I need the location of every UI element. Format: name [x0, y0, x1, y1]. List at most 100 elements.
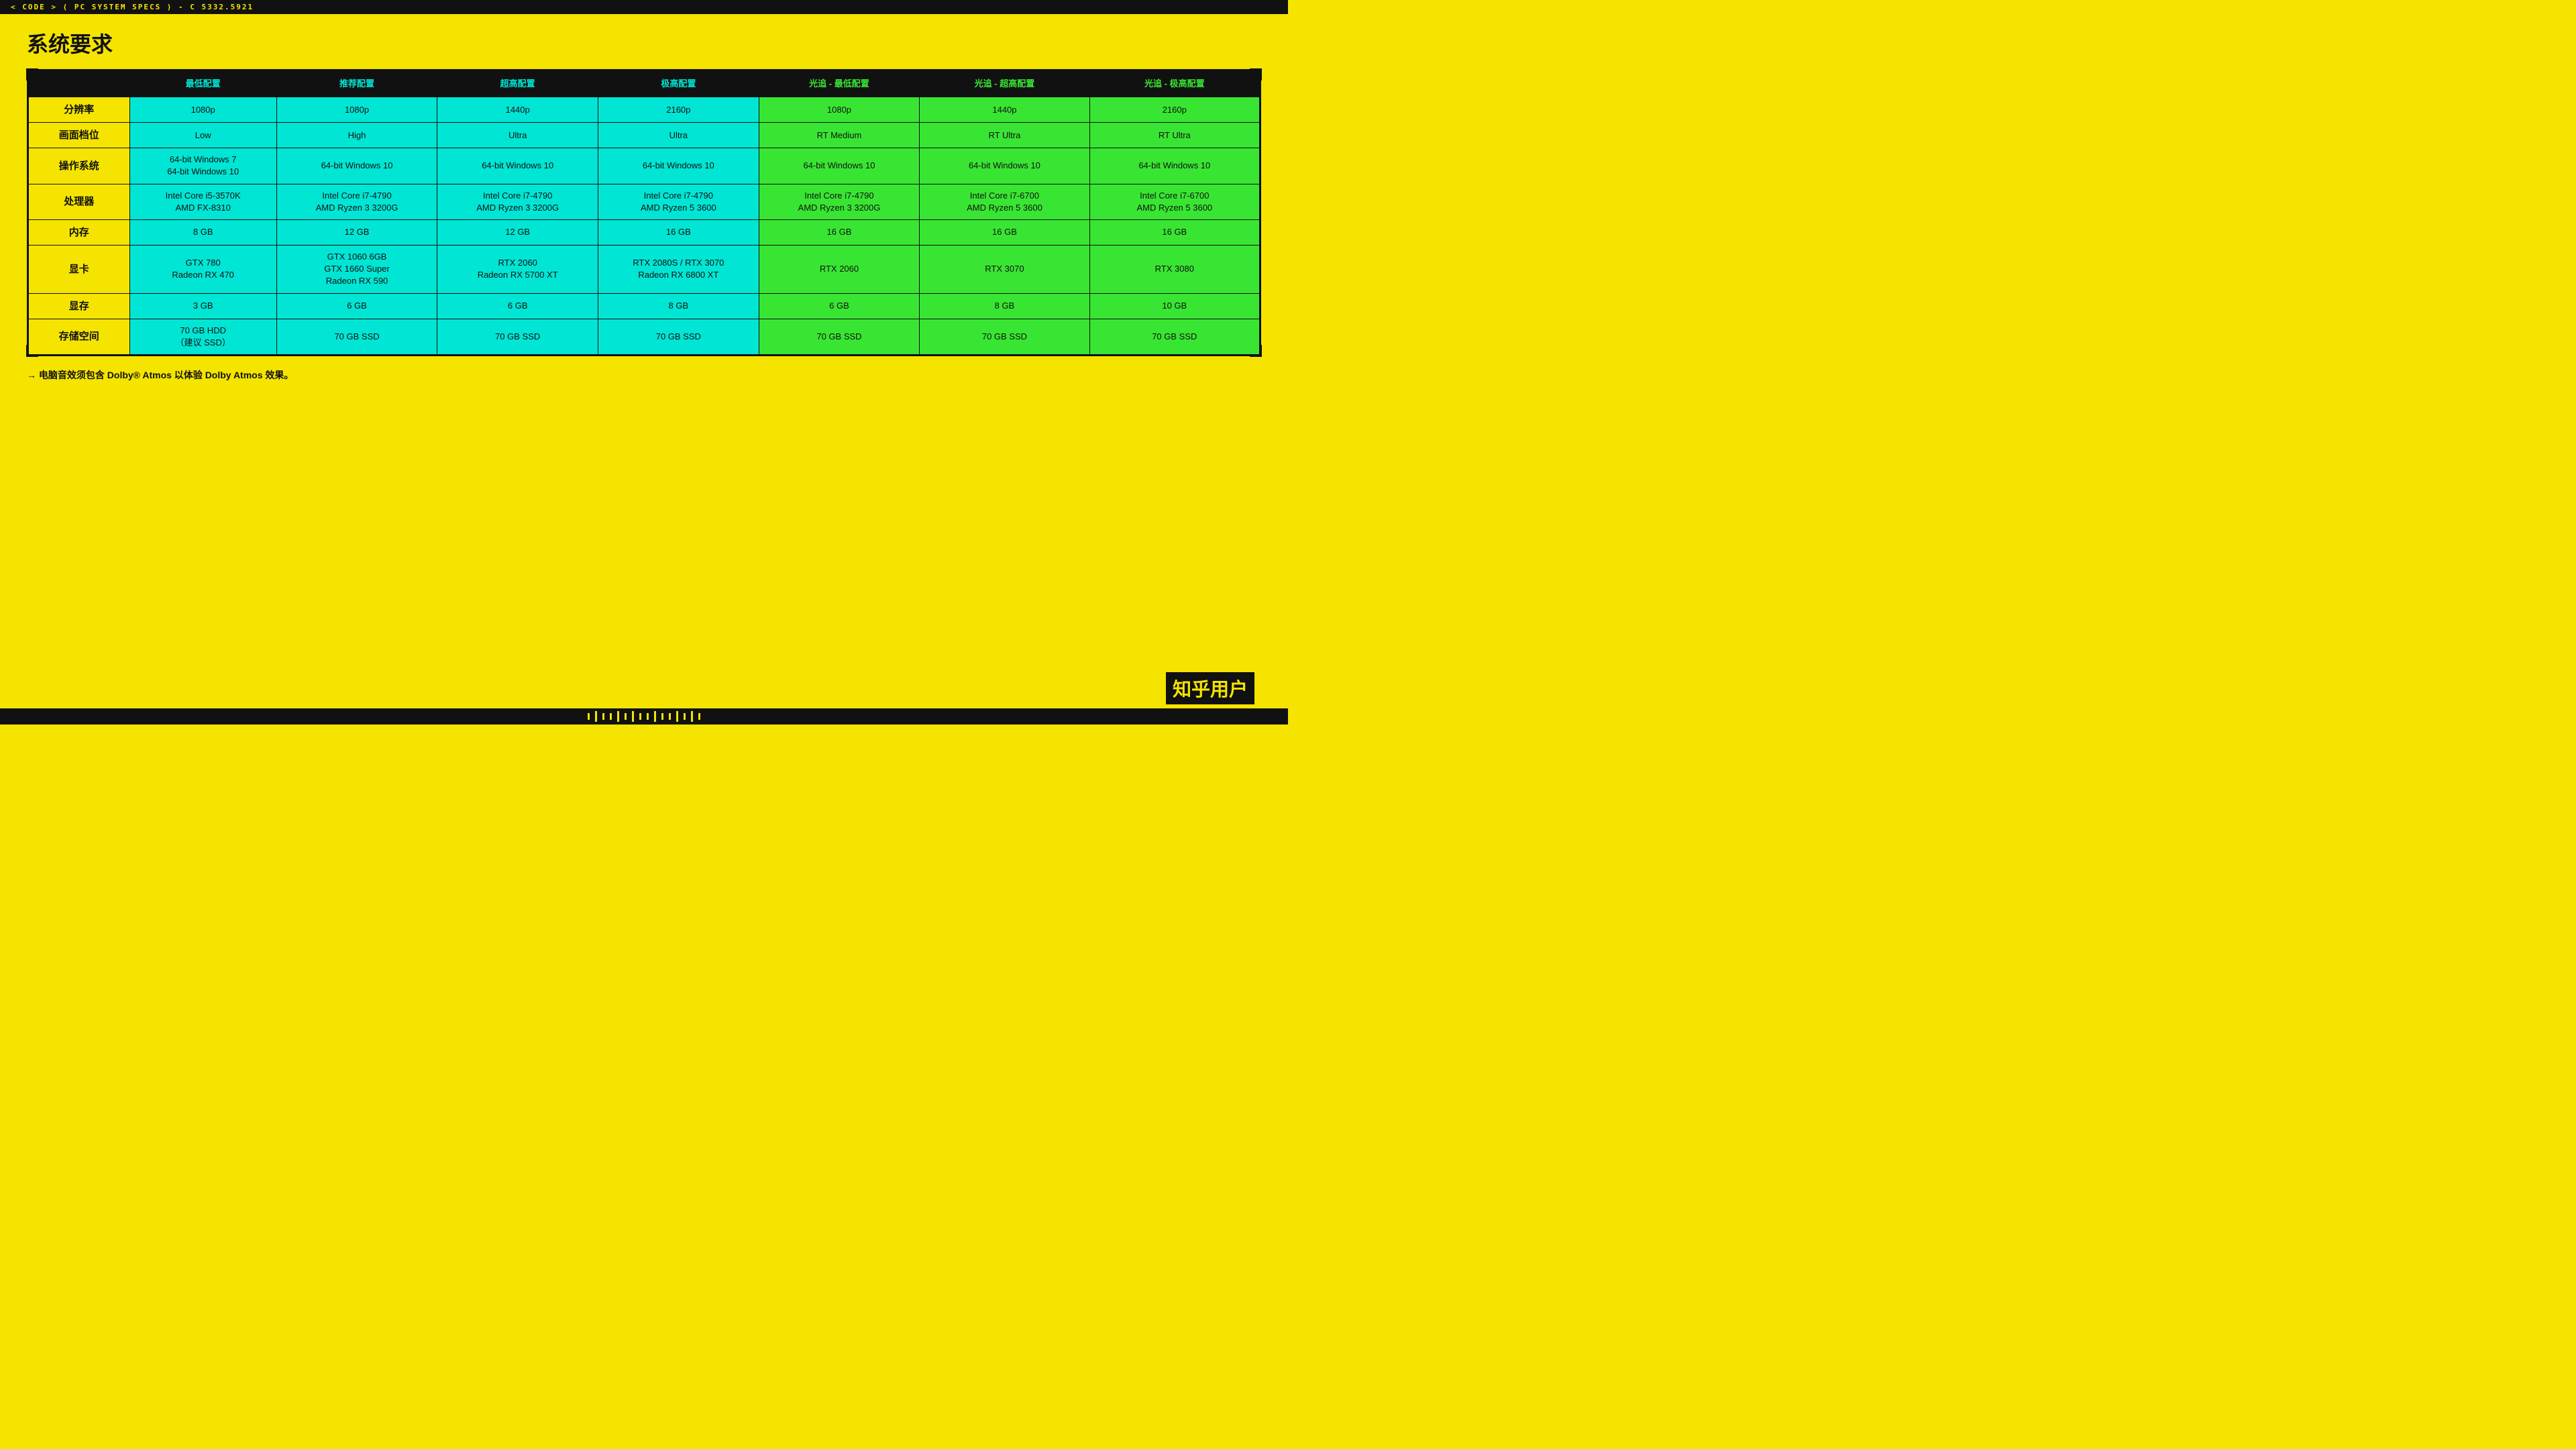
page-title: 系统要求: [27, 28, 1261, 58]
corner-tr: [1250, 68, 1262, 80]
tick-2: [595, 711, 597, 722]
th-col2: 推荐配置: [276, 71, 437, 97]
row-label: 内存: [29, 219, 130, 245]
specs-table-wrapper: 最低配置 推荐配置 超高配置 极高配置 光追 - 最低配置 光追 - 超高配置 …: [27, 69, 1261, 356]
table-row: 显存3 GB6 GB6 GB8 GB6 GB8 GB10 GB: [29, 293, 1260, 319]
bottom-bar: [0, 708, 1288, 724]
table-cell: 8 GB: [129, 219, 276, 245]
table-cell: Intel Core i7-6700AMD Ryzen 5 3600: [920, 184, 1089, 219]
table-row: 存储空间70 GB HDD（建议 SSD）70 GB SSD70 GB SSD7…: [29, 319, 1260, 354]
table-cell: 16 GB: [759, 219, 920, 245]
row-label: 存储空间: [29, 319, 130, 354]
table-cell: RT Medium: [759, 123, 920, 148]
th-col1: 最低配置: [129, 71, 276, 97]
table-cell: RTX 2060: [759, 245, 920, 293]
table-cell: 70 GB HDD（建议 SSD）: [129, 319, 276, 354]
row-label: 分辨率: [29, 97, 130, 123]
tick-6: [625, 713, 627, 720]
table-cell: RTX 3070: [920, 245, 1089, 293]
table-cell: Intel Core i5-3570KAMD FX-8310: [129, 184, 276, 219]
tick-5: [617, 711, 619, 722]
table-cell: 70 GB SSD: [920, 319, 1089, 354]
table-cell: GTX 780Radeon RX 470: [129, 245, 276, 293]
tick-12: [669, 713, 671, 720]
table-cell: 16 GB: [1089, 219, 1259, 245]
table-row: 画面档位LowHighUltraUltraRT MediumRT UltraRT…: [29, 123, 1260, 148]
table-cell: 8 GB: [920, 293, 1089, 319]
table-cell: 1080p: [276, 97, 437, 123]
table-cell: Intel Core i7-4790AMD Ryzen 3 3200G: [759, 184, 920, 219]
tick-11: [661, 713, 663, 720]
table-cell: 70 GB SSD: [759, 319, 920, 354]
row-label: 画面档位: [29, 123, 130, 148]
table-cell: 12 GB: [276, 219, 437, 245]
tick-1: [588, 713, 590, 720]
table-cell: 3 GB: [129, 293, 276, 319]
table-cell: 70 GB SSD: [437, 319, 598, 354]
table-cell: RT Ultra: [920, 123, 1089, 148]
th-col4: 极高配置: [598, 71, 759, 97]
table-cell: GTX 1060 6GBGTX 1660 SuperRadeon RX 590: [276, 245, 437, 293]
table-cell: 12 GB: [437, 219, 598, 245]
tick-15: [691, 711, 693, 722]
table-cell: 6 GB: [759, 293, 920, 319]
table-cell: 16 GB: [920, 219, 1089, 245]
row-label: 处理器: [29, 184, 130, 219]
tick-7: [632, 711, 634, 722]
note-text: → 电脑音效须包含 Dolby® Atmos 以体验 Dolby Atmos 效…: [27, 368, 1261, 382]
table-row: 分辨率1080p1080p1440p2160p1080p1440p2160p: [29, 97, 1260, 123]
corner-br: [1250, 345, 1262, 357]
table-cell: Intel Core i7-4790AMD Ryzen 3 3200G: [437, 184, 598, 219]
table-cell: 1440p: [920, 97, 1089, 123]
top-bar-text: < CODE > ( PC SYSTEM SPECS ) - C 5332.59…: [11, 3, 254, 11]
table-cell: 2160p: [1089, 97, 1259, 123]
table-cell: RTX 2060Radeon RX 5700 XT: [437, 245, 598, 293]
table-cell: High: [276, 123, 437, 148]
table-cell: 6 GB: [437, 293, 598, 319]
th-col3: 超高配置: [437, 71, 598, 97]
th-col7: 光追 - 极高配置: [1089, 71, 1259, 97]
table-cell: 2160p: [598, 97, 759, 123]
table-header-row: 最低配置 推荐配置 超高配置 极高配置 光追 - 最低配置 光追 - 超高配置 …: [29, 71, 1260, 97]
table-cell: 70 GB SSD: [276, 319, 437, 354]
table-cell: RTX 3080: [1089, 245, 1259, 293]
table-row: 显卡GTX 780Radeon RX 470GTX 1060 6GBGTX 16…: [29, 245, 1260, 293]
table-cell: 6 GB: [276, 293, 437, 319]
table-cell: 64-bit Windows 10: [276, 148, 437, 184]
tick-16: [698, 713, 700, 720]
row-label: 操作系统: [29, 148, 130, 184]
top-bar: < CODE > ( PC SYSTEM SPECS ) - C 5332.59…: [0, 0, 1288, 14]
table-cell: 16 GB: [598, 219, 759, 245]
table-cell: 70 GB SSD: [1089, 319, 1259, 354]
th-col5: 光追 - 最低配置: [759, 71, 920, 97]
watermark: 知乎用户: [1166, 672, 1254, 704]
tick-3: [602, 713, 604, 720]
table-row: 内存8 GB12 GB12 GB16 GB16 GB16 GB16 GB: [29, 219, 1260, 245]
table-cell: 64-bit Windows 10: [1089, 148, 1259, 184]
th-empty: [29, 71, 130, 97]
tick-10: [654, 711, 656, 722]
tick-9: [647, 713, 649, 720]
table-cell: Intel Core i7-4790AMD Ryzen 3 3200G: [276, 184, 437, 219]
table-cell: 64-bit Windows 10: [920, 148, 1089, 184]
tick-14: [684, 713, 686, 720]
th-col6: 光追 - 超高配置: [920, 71, 1089, 97]
table-cell: Intel Core i7-4790AMD Ryzen 5 3600: [598, 184, 759, 219]
row-label: 显卡: [29, 245, 130, 293]
tick-4: [610, 713, 612, 720]
table-cell: 1080p: [759, 97, 920, 123]
table-cell: 1440p: [437, 97, 598, 123]
tick-13: [676, 711, 678, 722]
table-cell: 1080p: [129, 97, 276, 123]
table-cell: 70 GB SSD: [598, 319, 759, 354]
table-row: 操作系统64-bit Windows 764-bit Windows 1064-…: [29, 148, 1260, 184]
table-row: 处理器Intel Core i5-3570KAMD FX-8310Intel C…: [29, 184, 1260, 219]
corner-bl: [26, 345, 38, 357]
corner-tl: [26, 68, 38, 80]
table-cell: Ultra: [437, 123, 598, 148]
table-cell: RTX 2080S / RTX 3070Radeon RX 6800 XT: [598, 245, 759, 293]
table-cell: Intel Core i7-6700AMD Ryzen 5 3600: [1089, 184, 1259, 219]
table-cell: RT Ultra: [1089, 123, 1259, 148]
table-cell: Low: [129, 123, 276, 148]
table-cell: 64-bit Windows 10: [759, 148, 920, 184]
